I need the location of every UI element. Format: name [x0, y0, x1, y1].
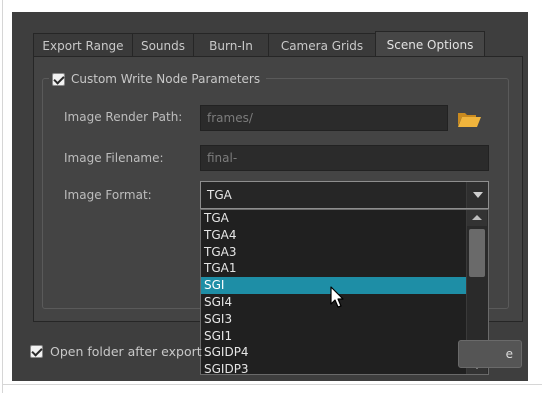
format-option-tga4[interactable]: TGA4: [201, 227, 467, 244]
image-format-value: TGA: [207, 188, 232, 202]
open-folder-checkbox[interactable]: [30, 345, 43, 358]
scroll-up-icon[interactable]: [467, 210, 487, 226]
image-format-label: Image Format:: [64, 188, 152, 202]
custom-write-node-checkbox[interactable]: [52, 72, 65, 86]
tab-sounds[interactable]: Sounds: [132, 33, 194, 57]
frame-border-left: [2, 0, 3, 393]
chevron-down-icon[interactable]: [466, 182, 488, 208]
image-filename-input[interactable]: final-: [200, 145, 489, 171]
tab-export-range[interactable]: Export Range: [33, 33, 133, 57]
folder-icon[interactable]: [456, 109, 482, 129]
format-option-tga3[interactable]: TGA3: [201, 244, 467, 261]
format-option-sgidp3[interactable]: SGIDP3: [201, 361, 467, 374]
mouse-pointer-icon: [330, 286, 344, 308]
tab-scene-options[interactable]: Scene Options: [375, 31, 485, 57]
open-folder-toggle[interactable]: Open folder after export: [30, 344, 202, 359]
custom-write-node-label: Custom Write Node Parameters: [71, 72, 261, 86]
scrollbar-thumb[interactable]: [469, 229, 485, 277]
frame-border-bottom: [2, 384, 542, 385]
custom-write-node-toggle[interactable]: Custom Write Node Parameters: [49, 70, 267, 88]
tab-camera-grids[interactable]: Camera Grids: [268, 33, 376, 57]
tab-burn-in[interactable]: Burn-In: [193, 33, 269, 57]
format-option-sgi3[interactable]: SGI3: [201, 311, 467, 328]
open-folder-label: Open folder after export: [50, 344, 202, 359]
image-render-path-input[interactable]: frames/: [200, 105, 448, 131]
export-button[interactable]: e: [458, 340, 522, 368]
image-format-select[interactable]: TGA: [200, 181, 489, 209]
format-option-sgi1[interactable]: SGI1: [201, 328, 467, 345]
format-option-sgidp4[interactable]: SGIDP4: [201, 344, 467, 361]
format-option-tga1[interactable]: TGA1: [201, 260, 467, 277]
format-option-tga[interactable]: TGA: [201, 210, 467, 227]
image-filename-label: Image Filename:: [64, 151, 164, 165]
image-render-path-label: Image Render Path:: [64, 110, 183, 124]
